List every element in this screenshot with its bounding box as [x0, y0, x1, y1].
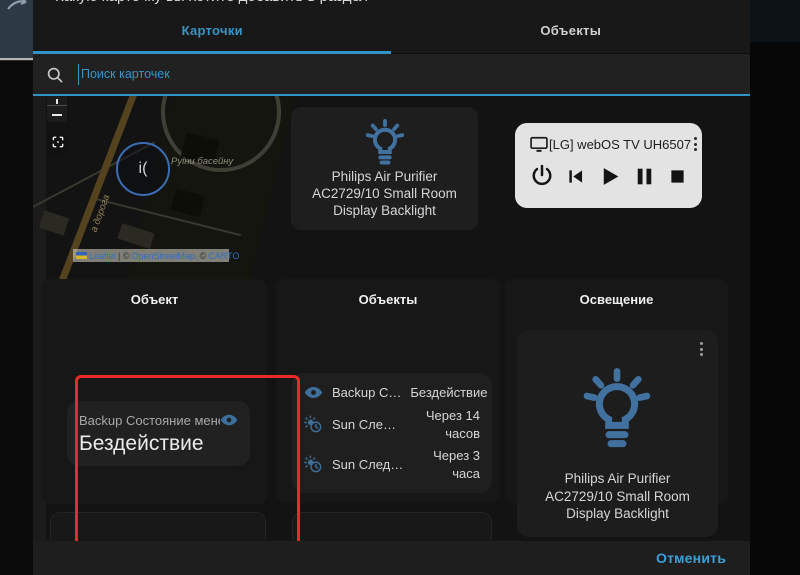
add-card-dialog: Какую карточку вы хотите добавить в разд… — [33, 0, 750, 575]
entity-row-value: Через 14 часов — [405, 407, 480, 442]
search-bar — [33, 54, 750, 96]
dialog-footer: Отменить — [33, 541, 750, 575]
entity-row-value: Бездействие — [410, 384, 487, 402]
more-options-icon[interactable] — [697, 340, 706, 358]
entity-row-value: Через 3 часа — [412, 447, 480, 482]
light-card-large-preview[interactable]: Philips Air Purifier AC2729/10 Small Roo… — [517, 330, 718, 537]
dialog-title-clipped: Какую карточку вы хотите добавить в разд… — [33, 0, 750, 8]
tab-cards-label: Карточки — [182, 23, 243, 38]
stop-button[interactable] — [667, 166, 688, 187]
entities-row[interactable]: Backup С… Бездействие — [304, 383, 480, 402]
backdrop-left — [0, 0, 33, 575]
light-card-header: Освещение — [505, 279, 728, 307]
background-divider — [0, 58, 33, 61]
previous-track-button[interactable] — [565, 166, 586, 187]
tab-entities-label: Объекты — [540, 23, 601, 38]
media-player-name: [LG] webOS TV UH6507 — [549, 137, 691, 152]
lightbulb-icon — [362, 119, 408, 165]
background-app-header — [0, 0, 33, 58]
pause-button[interactable] — [632, 164, 657, 189]
backdrop-right — [750, 0, 800, 575]
more-options-icon[interactable] — [691, 135, 700, 153]
entity-row-name: Sun Сле… — [332, 417, 396, 432]
cancel-button[interactable]: Отменить — [656, 550, 726, 566]
tab-entities[interactable]: Объекты — [392, 8, 751, 53]
backdrop-right-top — [750, 0, 800, 42]
media-controls — [529, 163, 688, 189]
entity-row-name: Backup С… — [332, 385, 401, 400]
text-caret — [78, 64, 79, 85]
light-entity-name: Philips Air Purifier AC2729/10 Small Roo… — [517, 470, 718, 523]
light-entity-name: Philips Air Purifier AC2729/10 Small Roo… — [291, 169, 478, 220]
media-control-card-preview[interactable]: [LG] webOS TV UH6507 — [515, 123, 702, 208]
eye-icon — [304, 383, 323, 402]
selection-highlight-box — [75, 375, 300, 541]
lightbulb-icon — [577, 368, 657, 448]
dialog-title-text: Какую карточку вы хотите добавить в разд… — [55, 0, 368, 5]
search-input[interactable] — [81, 60, 681, 88]
play-button[interactable] — [597, 164, 622, 189]
entities-row[interactable]: Sun След… Через 3 часа — [304, 447, 480, 482]
entities-card-preview[interactable]: Backup С… Бездействие — [292, 373, 492, 493]
light-card-cell[interactable]: Освещение — [505, 279, 728, 503]
tv-icon — [529, 134, 549, 154]
power-button[interactable] — [529, 163, 555, 189]
entities-card-cell[interactable]: Объекты Backup С… Бездействие — [276, 279, 500, 503]
tab-cards[interactable]: Карточки — [33, 8, 392, 53]
entity-row-name: Sun След… — [332, 457, 403, 472]
light-card-preview[interactable]: Philips Air Purifier AC2729/10 Small Roo… — [291, 107, 478, 230]
entity-card-header: Объект — [42, 279, 267, 307]
sun-clock-icon — [304, 455, 323, 474]
search-icon — [45, 65, 65, 85]
tab-bar: Карточки Объекты — [33, 8, 750, 54]
next-row-card-stub[interactable] — [292, 512, 492, 541]
sun-clock-icon — [304, 415, 323, 434]
entities-card-header: Объекты — [276, 279, 500, 307]
card-picker-grid[interactable]: Руїни басейну а дорога i( — [33, 96, 750, 541]
entities-row[interactable]: Sun Сле… Через 14 часов — [304, 407, 480, 442]
screen: Какую карточку вы хотите добавить в разд… — [0, 0, 800, 575]
